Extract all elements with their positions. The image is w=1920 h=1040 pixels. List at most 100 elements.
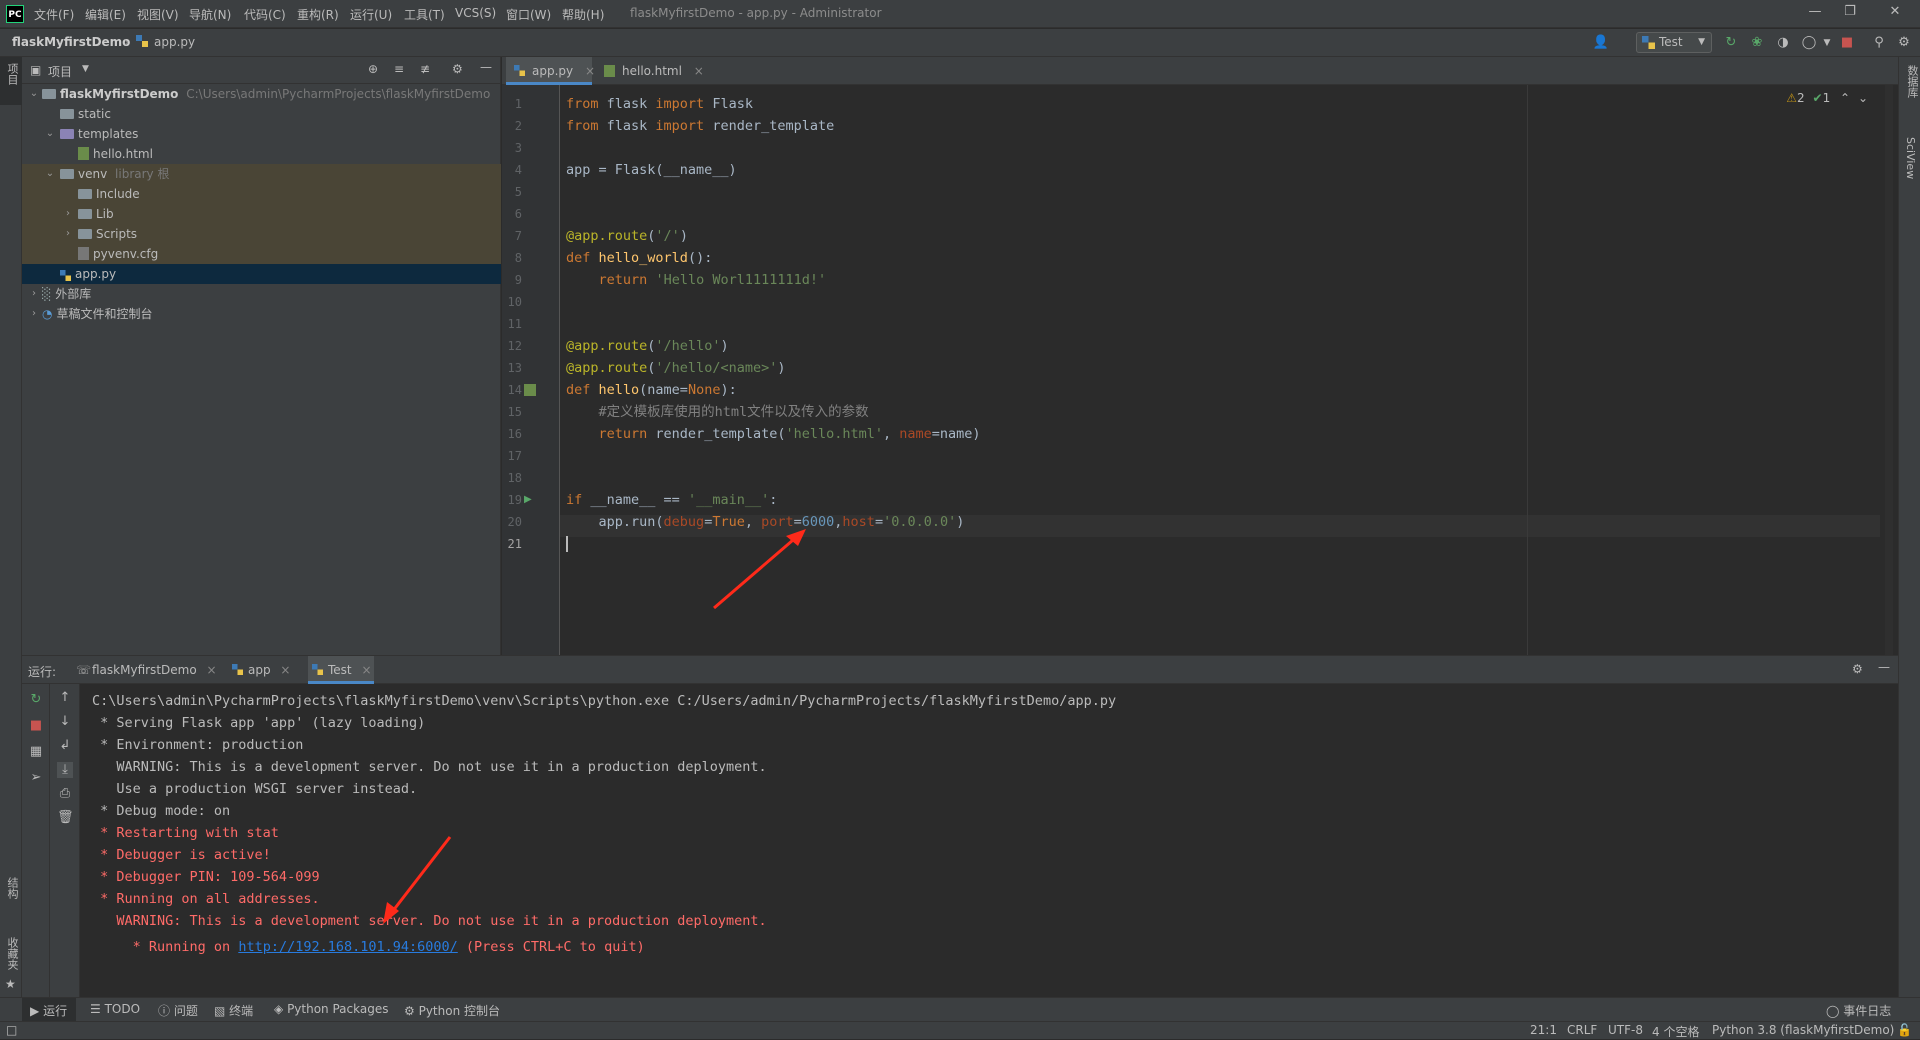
run-tab-app[interactable]: app × bbox=[228, 656, 290, 684]
menu-navigate[interactable]: 导航(N) bbox=[189, 6, 231, 23]
code-line[interactable]: return render_template('hello.html', nam… bbox=[566, 423, 981, 445]
close-tab-icon[interactable]: × bbox=[585, 64, 595, 78]
gear-icon[interactable]: ⚙ bbox=[452, 62, 463, 76]
sciview-tool-label[interactable]: SciView bbox=[1904, 137, 1917, 179]
toggle-tool-windows-icon[interactable]: □ bbox=[6, 1023, 17, 1037]
trash-icon[interactable]: 🗑 bbox=[57, 810, 74, 826]
editor-scrollbar[interactable] bbox=[1885, 85, 1893, 655]
hide-panel-icon[interactable]: — bbox=[480, 60, 492, 74]
menu-help[interactable]: 帮助(H) bbox=[562, 6, 604, 23]
breadcrumb-project[interactable]: flaskMyfirstDemo bbox=[12, 35, 130, 49]
tree-item-scripts[interactable]: › Scripts bbox=[22, 224, 501, 244]
stop-icon[interactable]: ■ bbox=[28, 718, 44, 734]
code-line[interactable]: def hello_world(): bbox=[566, 247, 712, 269]
code-line[interactable]: app = Flask(__name__) bbox=[566, 159, 737, 181]
scroll-to-end-icon[interactable]: ⤓ bbox=[57, 762, 73, 778]
menu-code[interactable]: 代码(C) bbox=[244, 6, 286, 23]
locate-icon[interactable]: ⊕ bbox=[368, 62, 378, 76]
code-line[interactable]: from flask import Flask bbox=[566, 93, 753, 115]
bottom-tab-run[interactable]: ▶ 运行 bbox=[30, 1002, 67, 1019]
tree-item-app-py[interactable]: app.py bbox=[22, 264, 501, 284]
project-panel-title[interactable]: 项目 bbox=[48, 63, 72, 80]
menu-window[interactable]: 窗口(W) bbox=[506, 6, 551, 23]
chevron-up-icon[interactable]: ⌃ bbox=[1840, 91, 1850, 105]
structure-tool-label[interactable]: 结构 bbox=[4, 877, 20, 899]
database-tool-label[interactable]: 数据库 bbox=[1904, 65, 1920, 98]
code-line[interactable]: #定义模板库使用的html文件以及传入的参数 bbox=[566, 401, 869, 423]
soft-wrap-icon[interactable]: ↲ bbox=[57, 738, 73, 754]
code-line[interactable]: def hello(name=None): bbox=[566, 379, 737, 401]
menu-edit[interactable]: 编辑(E) bbox=[85, 6, 126, 23]
tree-item-hello-html[interactable]: hello.html bbox=[22, 144, 501, 164]
menu-vcs[interactable]: VCS(S) bbox=[455, 6, 496, 20]
code-line[interactable]: @app.route('/hello') bbox=[566, 335, 729, 357]
pin-icon[interactable]: ➢ bbox=[28, 770, 44, 786]
close-tab-icon[interactable]: × bbox=[361, 663, 371, 677]
code-line[interactable]: from flask import render_template bbox=[566, 115, 834, 137]
chevron-down-icon[interactable]: ⌄ bbox=[1858, 91, 1868, 105]
rerun-icon[interactable]: ↻ bbox=[1722, 34, 1740, 52]
bottom-tab-terminal[interactable]: ▧ 终端 bbox=[214, 1002, 253, 1019]
tree-item-templates[interactable]: ⌄ templates bbox=[22, 124, 501, 144]
tree-root[interactable]: ⌄ flaskMyfirstDemo C:\Users\admin\Pychar… bbox=[22, 84, 501, 104]
coverage-icon[interactable]: ◑ bbox=[1774, 34, 1792, 52]
run-gutter-icon[interactable]: ▶ bbox=[524, 489, 532, 511]
lock-icon[interactable]: 🔓 bbox=[1897, 1023, 1912, 1037]
server-url-link[interactable]: http://192.168.101.94:6000/ bbox=[238, 939, 457, 955]
collapse-all-icon[interactable]: ≢ bbox=[420, 62, 430, 76]
template-gutter-icon[interactable] bbox=[524, 384, 536, 396]
favorites-tool-label[interactable]: 收藏夹 bbox=[4, 937, 20, 970]
menu-file[interactable]: 文件(F) bbox=[34, 6, 74, 23]
run-config-selector[interactable]: Test ▼ bbox=[1636, 32, 1712, 53]
profile-icon[interactable]: ◯ bbox=[1800, 34, 1818, 52]
breadcrumb-file[interactable]: app.py bbox=[154, 35, 195, 49]
settings-gear-icon[interactable]: ⚙ bbox=[1895, 34, 1913, 52]
debug-icon[interactable]: ❀ bbox=[1748, 34, 1766, 52]
project-tool-tab[interactable]: 项目 bbox=[0, 57, 22, 105]
close-tab-icon[interactable]: × bbox=[694, 64, 704, 78]
tab-hello-html[interactable]: hello.html × bbox=[596, 57, 704, 85]
close-tab-icon[interactable]: × bbox=[207, 663, 217, 677]
close-tab-icon[interactable]: × bbox=[280, 663, 290, 677]
run-tab-test[interactable]: Test × bbox=[308, 656, 374, 684]
menu-tools[interactable]: 工具(T) bbox=[404, 6, 445, 23]
menu-refactor[interactable]: 重构(R) bbox=[297, 6, 339, 23]
search-icon[interactable]: ⚲ bbox=[1870, 34, 1888, 52]
print-icon[interactable]: ⎙ bbox=[57, 786, 73, 802]
user-icon[interactable]: 👤 bbox=[1592, 34, 1610, 52]
file-encoding[interactable]: UTF-8 bbox=[1608, 1023, 1643, 1037]
minimize-icon[interactable]: — bbox=[1800, 4, 1830, 24]
arrow-down-icon[interactable]: ↓ bbox=[57, 714, 73, 730]
close-icon[interactable]: ✕ bbox=[1880, 4, 1910, 24]
python-interpreter[interactable]: Python 3.8 (flaskMyfirstDemo) bbox=[1712, 1023, 1894, 1037]
hide-panel-icon[interactable]: — bbox=[1878, 660, 1890, 674]
tab-app-py[interactable]: app.py × bbox=[506, 57, 595, 85]
line-separator[interactable]: CRLF bbox=[1567, 1023, 1597, 1037]
chevron-down-icon[interactable]: ▼ bbox=[82, 64, 89, 74]
layout-icon[interactable]: ▦ bbox=[28, 744, 44, 760]
tree-item-static[interactable]: static bbox=[22, 104, 501, 124]
code-line[interactable]: if __name__ == '__main__': bbox=[566, 489, 777, 511]
menu-view[interactable]: 视图(V) bbox=[137, 6, 179, 23]
code-line[interactable]: app.run(debug=True, port=6000,host='0.0.… bbox=[566, 511, 965, 533]
tree-item-lib[interactable]: › Lib bbox=[22, 204, 501, 224]
bottom-tab-problems[interactable]: ⓘ 问题 bbox=[158, 1002, 198, 1019]
tree-item-include[interactable]: Include bbox=[22, 184, 501, 204]
indent-setting[interactable]: 4 个空格 bbox=[1652, 1023, 1699, 1040]
more-run-chevron-icon[interactable]: ▼ bbox=[1818, 34, 1836, 52]
expand-all-icon[interactable]: ≡ bbox=[394, 62, 404, 76]
inspection-widget[interactable]: ⚠2 ✔1 ⌃ ⌄ bbox=[1786, 91, 1868, 105]
restore-icon[interactable]: ❐ bbox=[1835, 4, 1865, 24]
run-tab-flaskmyfirstdemo[interactable]: ☏ flaskMyfirstDemo × bbox=[72, 656, 217, 684]
caret-position[interactable]: 21:1 bbox=[1530, 1023, 1557, 1037]
bottom-tab-python-packages[interactable]: ◈ Python Packages bbox=[274, 1002, 388, 1016]
tree-item-scratches[interactable]: › ◔ 草稿文件和控制台 bbox=[22, 304, 501, 324]
bottom-tab-python-console[interactable]: ⚙ Python 控制台 bbox=[404, 1002, 500, 1019]
stop-icon[interactable]: ■ bbox=[1838, 34, 1856, 52]
bottom-tab-todo[interactable]: ☰ TODO bbox=[90, 1002, 140, 1016]
rerun-icon[interactable]: ↻ bbox=[28, 692, 44, 708]
event-log-button[interactable]: ◯ 事件日志 bbox=[1826, 1002, 1891, 1019]
arrow-up-icon[interactable]: ↑ bbox=[57, 690, 73, 706]
gear-icon[interactable]: ⚙ bbox=[1852, 662, 1863, 676]
menu-run[interactable]: 运行(U) bbox=[350, 6, 392, 23]
